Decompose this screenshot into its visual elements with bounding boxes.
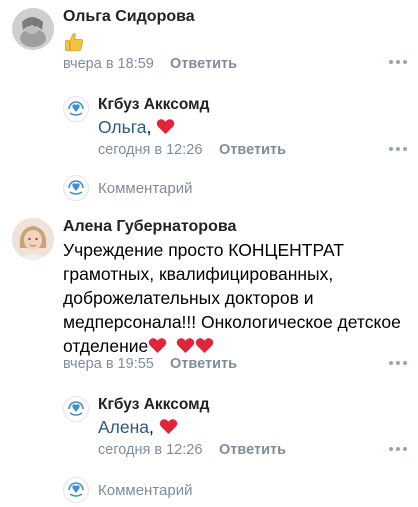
more-icon[interactable] — [389, 52, 409, 72]
reply-author[interactable]: Кгбуз Акксомд — [98, 396, 209, 414]
comment-time: вчера в 18:59 — [63, 56, 154, 72]
reply-separator: , — [146, 117, 152, 137]
reply-button[interactable]: Ответить — [170, 56, 237, 72]
comment-line: отделение — [63, 336, 149, 356]
comment-author[interactable]: Алена Губернаторова — [63, 218, 236, 236]
reply-time: сегодня в 12:26 — [98, 442, 203, 458]
avatar[interactable] — [63, 396, 89, 422]
red-heart-icon — [176, 338, 195, 354]
comment-author[interactable]: Ольга Сидорова — [63, 8, 195, 26]
reply-button[interactable]: Ответить — [219, 142, 286, 158]
thumbs-up-icon — [63, 31, 85, 53]
more-icon[interactable] — [389, 439, 409, 459]
avatar-photo — [12, 218, 54, 260]
comment-line-last: отделение — [63, 334, 408, 358]
avatar[interactable] — [12, 218, 54, 260]
mention-link[interactable]: Алена — [98, 417, 149, 437]
reply-button[interactable]: Ответить — [219, 442, 286, 458]
red-heart-icon — [148, 338, 167, 354]
avatar[interactable] — [12, 8, 54, 50]
hospital-logo-icon — [68, 401, 84, 416]
reply-time: сегодня в 12:26 — [98, 142, 203, 158]
reply-separator: , — [149, 417, 154, 437]
reply-body: Ольга, — [98, 115, 175, 139]
red-heart-icon — [156, 119, 175, 135]
comment-line: Учреждение просто КОНЦЕНТРАТ — [63, 240, 344, 260]
hospital-logo-icon — [68, 482, 84, 497]
reply-author[interactable]: Кгбуз Акксомд — [98, 96, 209, 114]
comment-time: вчера в 19:55 — [63, 356, 154, 372]
comment-line: грамотных, квалифицированных, — [63, 264, 334, 284]
avatar — [63, 175, 89, 201]
reply-button[interactable]: Ответить — [170, 356, 237, 372]
more-icon[interactable] — [389, 139, 409, 159]
red-heart-icon — [159, 419, 178, 435]
hospital-logo-icon — [68, 101, 84, 116]
comment-field[interactable]: Комментарий — [98, 180, 192, 197]
comment-field[interactable]: Комментарий — [98, 482, 192, 499]
avatar[interactable] — [63, 96, 89, 122]
comment-line: доброжелательных докторов и — [63, 288, 314, 308]
avatar-photo — [12, 8, 54, 50]
comment-body: Учреждение просто КОНЦЕНТРАТ грамотных, … — [63, 238, 408, 358]
avatar — [63, 477, 89, 503]
more-icon[interactable] — [389, 353, 409, 373]
hospital-logo-icon — [68, 180, 84, 195]
mention-link[interactable]: Ольга — [98, 117, 146, 137]
red-heart-icon — [195, 338, 214, 354]
reply-body: Алена, — [98, 415, 178, 439]
comment-line: медперсонала!!! Онкологическое детское — [63, 312, 401, 332]
